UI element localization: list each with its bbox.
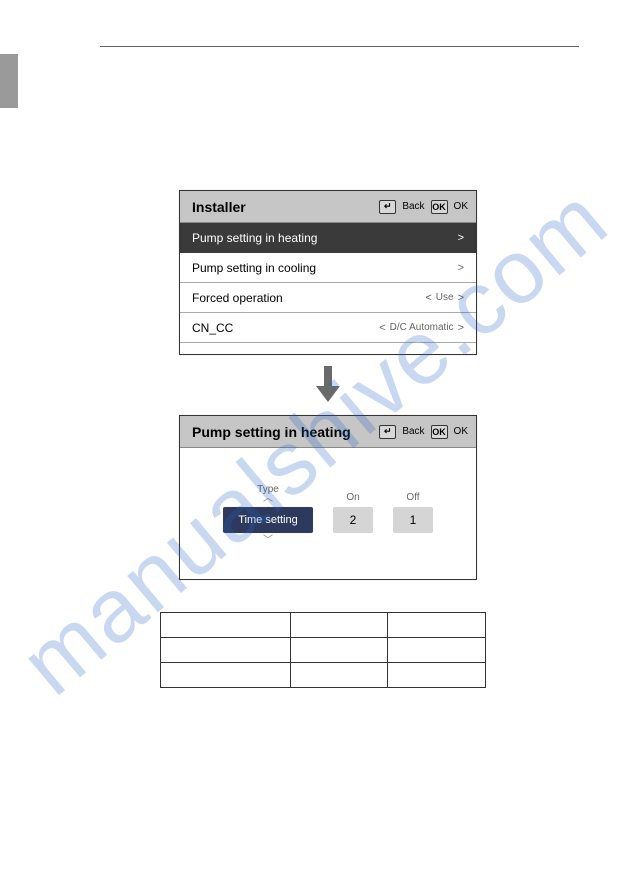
chevron-right-icon: > <box>458 262 464 274</box>
page-tab <box>0 54 18 108</box>
type-selector[interactable]: Time setting <box>223 507 313 533</box>
pump-heating-panel: Pump setting in heating ↵ Back OK OK Typ… <box>179 415 477 580</box>
installer-panel: Installer ↵ Back OK OK Pump setting in h… <box>179 190 477 355</box>
menu-row-cut <box>180 343 476 355</box>
on-value-box[interactable]: 2 <box>333 507 373 533</box>
back-label: Back <box>402 426 424 437</box>
menu-value: > <box>458 232 464 244</box>
installer-header: Installer ↵ Back OK OK <box>180 191 476 223</box>
header-actions: ↵ Back OK OK <box>379 200 468 214</box>
chev-down-row: ﹀ <box>223 537 433 545</box>
back-icon[interactable]: ↵ <box>379 425 396 439</box>
off-value-box[interactable]: 1 <box>393 507 433 533</box>
menu-label: CN_CC <box>192 321 233 335</box>
chevron-down-icon[interactable]: ﹀ <box>223 537 313 545</box>
chevron-left-icon: < <box>379 322 385 334</box>
back-icon[interactable]: ↵ <box>379 200 396 214</box>
chevron-right-icon: > <box>458 292 464 304</box>
pump-heating-header: Pump setting in heating ↵ Back OK OK <box>180 416 476 448</box>
header-actions: ↵ Back OK OK <box>379 425 468 439</box>
value-text: D/C Automatic <box>390 322 454 333</box>
ok-label: OK <box>454 201 468 212</box>
chevron-up-icon[interactable]: ︿ <box>223 495 313 503</box>
settings-body: Type ︿ On Off Time setting 2 1 ﹀ <box>180 448 476 580</box>
menu-label: Forced operation <box>192 291 283 305</box>
value-text: Use <box>436 292 454 303</box>
value-row: Time setting 2 1 <box>223 507 433 533</box>
menu-value: > <box>458 262 464 274</box>
chevron-right-icon: > <box>458 322 464 334</box>
installer-title: Installer <box>192 199 246 215</box>
menu-value: < D/C Automatic > <box>379 322 464 334</box>
on-header-label: On <box>333 492 373 503</box>
reference-table <box>160 612 486 688</box>
menu-row-cn-cc[interactable]: CN_CC < D/C Automatic > <box>180 313 476 343</box>
chevron-left-icon: < <box>425 292 431 304</box>
menu-value: < Use > <box>425 292 464 304</box>
table-row <box>161 613 486 638</box>
column-headers: Type ︿ On Off <box>223 484 433 503</box>
menu-row-pump-heating[interactable]: Pump setting in heating > <box>180 223 476 253</box>
top-rule <box>100 46 579 47</box>
menu-label: Pump setting in cooling <box>192 261 316 275</box>
menu-row-forced-operation[interactable]: Forced operation < Use > <box>180 283 476 313</box>
back-label: Back <box>402 201 424 212</box>
type-column: Type ︿ <box>223 484 313 503</box>
off-header-label: Off <box>393 492 433 503</box>
table-row <box>161 663 486 688</box>
ok-label: OK <box>454 426 468 437</box>
chevron-right-icon: > <box>458 232 464 244</box>
pump-heating-title: Pump setting in heating <box>192 424 351 440</box>
menu-label: Pump setting in heating <box>192 231 317 245</box>
ok-icon[interactable]: OK <box>431 200 448 214</box>
menu-row-pump-cooling[interactable]: Pump setting in cooling > <box>180 253 476 283</box>
down-arrow-icon <box>314 364 342 404</box>
ok-icon[interactable]: OK <box>431 425 448 439</box>
table-row <box>161 638 486 663</box>
